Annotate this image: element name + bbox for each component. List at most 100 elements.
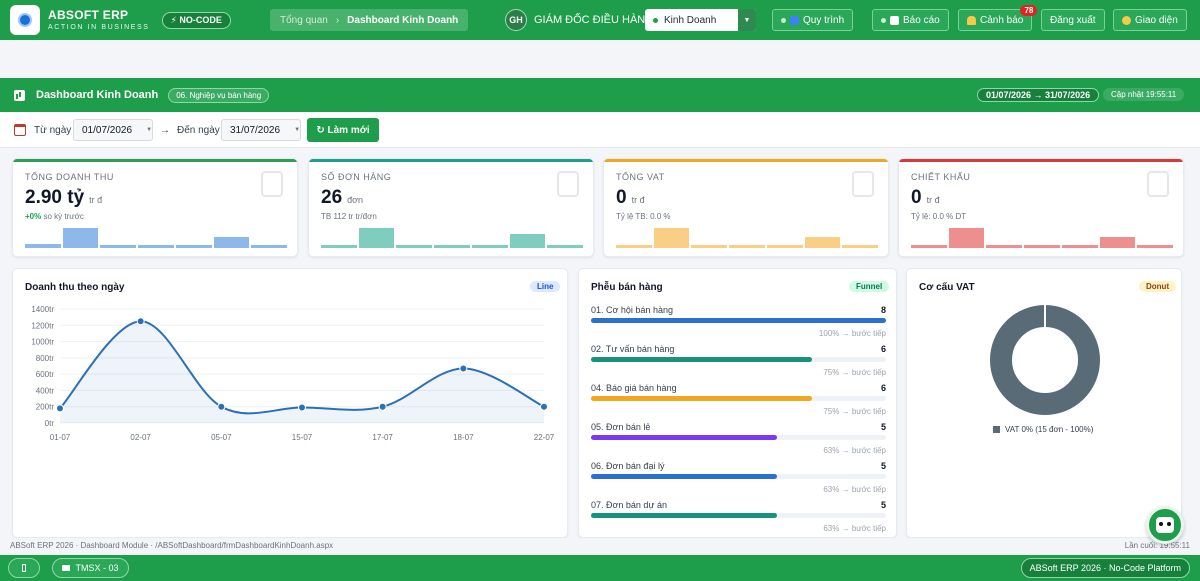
date-range-badge: 01/07/2026 → 31/07/2026 (977, 88, 1100, 102)
kpi-card: TỔNG DOANH THU 2.90 tỷ tr đ +0% so kỳ trước (12, 158, 298, 257)
footer-status: ABSoft ERP 2026 · Dashboard Module · /AB… (0, 538, 1200, 555)
funnel-track (591, 435, 886, 440)
y-tick-label: 600tr (36, 370, 55, 379)
funnel-step[interactable]: 02. Tư vấn bán hàng 6 75% → bước tiếp (591, 344, 886, 377)
kpi-unit: tr đ (926, 195, 940, 205)
kpi-value: 0 tr đ (616, 187, 645, 209)
data-point[interactable] (298, 403, 306, 412)
y-tick-label: 0tr (45, 419, 55, 428)
funnel-step[interactable]: 01. Cơ hội bán hàng 8 100% → bước tiếp (591, 305, 886, 338)
reports-label: Báo cáo (903, 14, 940, 26)
x-tick-label: 01-07 (50, 433, 71, 442)
funnel-track (591, 513, 886, 518)
process-label: Quy trình (803, 14, 845, 26)
module-title: Dashboard Kinh Doanh (36, 89, 159, 101)
kpi-label: SỐ ĐƠN HÀNG (321, 172, 392, 182)
revenue-by-day-panel: Doanh thu theo ngày Line 0tr 200tr 400tr 60… (12, 268, 568, 538)
funnel-step-name: 01. Cơ hội bán hàng (591, 305, 673, 315)
kpi-sparkbar (509, 233, 546, 248)
kpi-value: 2.90 tỷ tr đ (25, 187, 102, 209)
kpi-change: +0% (25, 212, 42, 221)
line-type-pill: Line (530, 281, 561, 292)
data-point[interactable] (56, 404, 64, 413)
vat-donut-chart (990, 305, 1100, 415)
app-logo[interactable] (10, 5, 40, 35)
data-point[interactable] (217, 402, 226, 411)
user-avatar[interactable]: GH (505, 9, 527, 31)
kpi-unit: đơn (347, 195, 364, 205)
kpi-watermark-icon (1147, 171, 1169, 197)
theme-button[interactable]: Giao diện (1113, 9, 1187, 31)
y-tick-label: 1200tr (31, 321, 54, 330)
funnel-fill (591, 396, 813, 401)
funnel-step[interactable]: 05. Đơn bán lẻ 5 63% → bước tiếp (591, 422, 886, 455)
x-tick-label: 02-07 (130, 433, 151, 442)
kpi-subtext-label: Tỷ lệ: 0.0 % DT (911, 212, 967, 221)
x-tick-label: 05-07 (211, 433, 232, 442)
to-date-select[interactable]: 31/07/2026 ▼ (221, 119, 301, 141)
data-point[interactable] (378, 402, 387, 411)
kpi-watermark-icon (557, 171, 579, 197)
funnel-step-pct: 75% → bước tiếp (823, 407, 886, 416)
data-point[interactable] (136, 317, 145, 326)
kpi-sparkbar (691, 245, 728, 248)
monitor-icon (62, 565, 71, 571)
funnel-track (591, 318, 886, 323)
kpi-label: CHIẾT KHẤU (911, 172, 971, 182)
kpi-card: TỔNG VAT 0 tr đ Tỷ lệ TB: 0.0 % (603, 158, 889, 257)
funnel-step[interactable]: 06. Đơn bán đại lý 5 63% → bước tiếp (591, 461, 886, 494)
robot-icon (1156, 517, 1174, 533)
to-date-label: Đến ngày (177, 125, 220, 136)
alerts-button[interactable]: Cảnh báo 78 (958, 5, 1038, 31)
calendar-icon (14, 124, 26, 136)
kpi-accent-line (309, 159, 593, 162)
funnel-step-pct: 63% → bước tiếp (823, 524, 886, 533)
chevron-down-icon: ▼ (294, 127, 301, 133)
logo-icon (18, 13, 32, 27)
chevron-down-icon[interactable]: ▼ (738, 9, 756, 31)
kpi-number: 0 (616, 187, 627, 208)
funnel-step-count: 6 (880, 344, 886, 354)
refresh-button[interactable]: ↻ Làm mới (307, 118, 379, 142)
sales-funnel-panel: Phễu bán hàng Funnel 01. Cơ hội bán hàng… (578, 268, 897, 538)
funnel-step-name: 05. Đơn bán lẻ (591, 422, 651, 432)
kpi-subtext: TB 112 tr tr/đơn (321, 212, 377, 221)
legend-label: VAT 0% (15 đơn - 100%) (1005, 425, 1094, 434)
workspace-tab[interactable]: TMSX - 03 (52, 558, 129, 578)
reports-button[interactable]: Báo cáo (872, 9, 949, 31)
alerts-count-badge: 78 (1020, 5, 1038, 16)
from-date-select[interactable]: 01/07/2026 ▼ (73, 119, 153, 141)
content-spacer (0, 40, 1200, 77)
department-select[interactable]: Kinh Doanh ▼ (645, 9, 756, 31)
process-button[interactable]: Quy trình (772, 9, 854, 31)
kpi-sparkbar (175, 245, 212, 248)
breadcrumb-home[interactable]: Tổng quan (280, 15, 328, 26)
legend-swatch (993, 426, 1000, 433)
funnel-step-pct: 63% → bước tiếp (823, 485, 886, 494)
logout-button[interactable]: Đăng xuất (1041, 9, 1105, 31)
vat-structure-panel: Cơ cấu VAT Donut VAT 0% (15 đơn - 100%) (906, 268, 1182, 538)
kpi-sparkbars (25, 224, 287, 248)
data-point[interactable] (459, 364, 468, 373)
data-point[interactable] (540, 402, 548, 411)
kpi-value: 26 đơn (321, 187, 363, 209)
department-value: Kinh Doanh (664, 14, 717, 26)
donut-slice[interactable] (990, 305, 1100, 415)
y-tick-label: 200tr (36, 403, 55, 412)
funnel-track (591, 474, 886, 479)
kpi-sparkbar (100, 245, 137, 248)
arrow-right-icon: → (160, 125, 170, 136)
to-date-value: 31/07/2026 (230, 124, 281, 136)
kpi-sparkbar (1061, 245, 1098, 248)
funnel-step-name: 07. Đơn bán dự án (591, 500, 667, 510)
menu-toggle-button[interactable] (8, 558, 40, 578)
funnel-step[interactable]: 07. Đơn bán dự án 5 63% → bước tiếp (591, 500, 886, 533)
kpi-sparkbar (616, 245, 652, 248)
funnel-step[interactable]: 04. Báo giá bán hàng 6 75% → bước tiếp (591, 383, 886, 416)
module-tag: 06. Nghiệp vụ bán hàng (168, 87, 270, 103)
kpi-label: TỔNG DOANH THU (25, 172, 114, 182)
process-icon (790, 15, 799, 25)
kpi-accent-line (604, 159, 888, 162)
assistant-bot-button[interactable] (1146, 506, 1184, 544)
funnel-type-pill: Funnel (849, 281, 890, 292)
